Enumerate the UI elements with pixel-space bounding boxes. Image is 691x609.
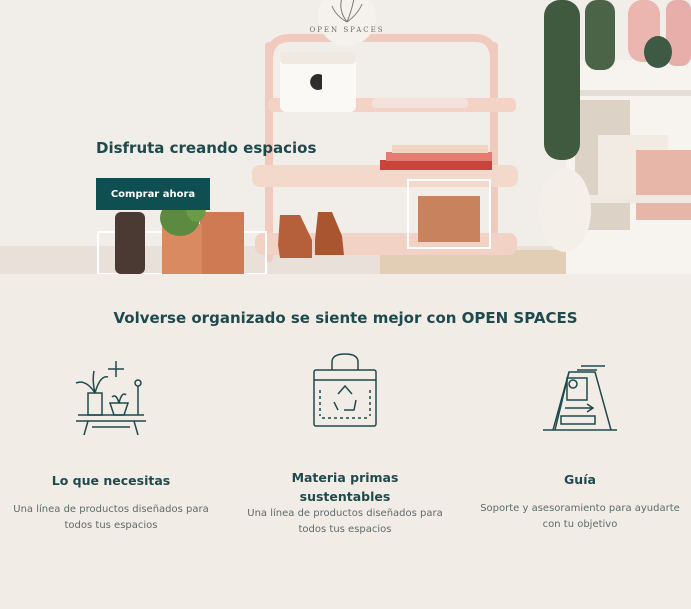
recycle-bag-icon — [313, 353, 377, 427]
plants-shelf-icon — [75, 361, 146, 436]
feature-description: Una línea de productos diseñados para to… — [13, 504, 209, 531]
brand-logo[interactable]: OPEN SPACES — [302, 0, 392, 46]
feature-title: Materia primas sustentables — [291, 470, 399, 504]
feature-title: Guía — [564, 472, 596, 487]
hero-banner: OPEN SPACES Disfruta creando espacios Co… — [0, 0, 691, 274]
feature-title: Lo que necesitas — [51, 473, 171, 488]
logo-text: OPEN SPACES — [309, 26, 385, 34]
feature-description: Soporte y asesoramiento para ayudarte co… — [480, 503, 680, 530]
shop-now-button[interactable]: Comprar ahora — [96, 178, 210, 210]
feature-item: Lo que necesitas Una línea de productos … — [11, 357, 211, 534]
section-title: Volverse organizado se siente mejor con … — [113, 309, 578, 327]
feature-item: Guía Soporte y asesoramiento para ayudar… — [480, 360, 680, 533]
guide-sign-icon — [543, 365, 617, 431]
feature-description: Una línea de productos diseñados para to… — [247, 508, 443, 535]
hero-title: Disfruta creando espacios — [96, 139, 317, 157]
logo-circle — [318, 0, 376, 46]
leaf-icon — [331, 0, 363, 23]
feature-item: Materia primas sustentables Una línea de… — [245, 350, 445, 538]
